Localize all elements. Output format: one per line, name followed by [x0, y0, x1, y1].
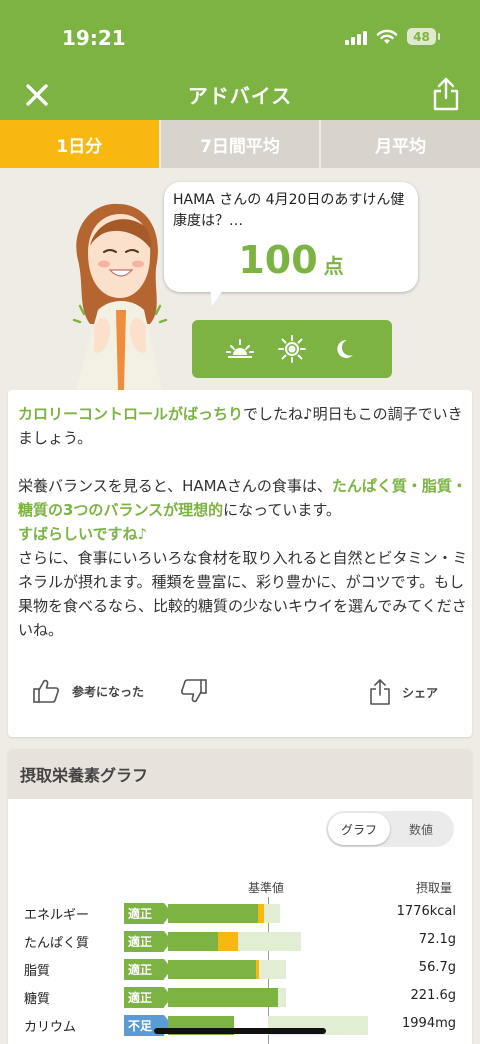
tab-1day[interactable]: 1日分	[0, 120, 161, 168]
value-view-button[interactable]: 数値	[390, 813, 452, 845]
score-value: 100	[238, 238, 318, 282]
status-badge: 適正	[124, 987, 172, 1008]
nav-bar: アドバイス	[0, 76, 480, 120]
share-icon	[370, 679, 390, 705]
nutrient-bar	[168, 904, 388, 923]
graph-title: 摂取栄養素グラフ	[8, 749, 472, 799]
advice-text-span: さらに、食事にいろいろな食材を取り入れると自然とビタミン・ミネラルが摂れます。種…	[18, 549, 468, 639]
thumbs-down-icon	[181, 679, 207, 703]
score-bubble: HAMA さんの 4月20日のあすけん健康度は？… 100 点	[164, 182, 418, 292]
sunrise-icon	[226, 339, 254, 358]
score-hero: HAMA さんの 4月20日のあすけん健康度は？… 100 点	[0, 168, 480, 390]
bar-overflow	[256, 960, 259, 979]
meal-time-selector	[192, 320, 392, 378]
moon-icon	[337, 339, 353, 358]
graph-view-button[interactable]: グラフ	[328, 813, 390, 845]
graph-view-toggle: グラフ 数値	[326, 811, 454, 847]
status-badge: 適正	[124, 903, 172, 924]
thumbs-up-icon	[33, 679, 59, 703]
sunrise-button[interactable]	[225, 334, 255, 364]
period-tabs: 1日分 7日間平均 月平均	[0, 120, 480, 168]
bar-overflow	[258, 904, 264, 923]
advice-card: カロリーコントロールがばっちりでしたね♪明日もこの調子でいきましょう。 栄養バラ…	[8, 390, 472, 737]
nutrient-name: 糖質	[24, 992, 51, 1007]
score-question: HAMA さんの 4月20日のあすけん健康度は？…	[173, 192, 405, 229]
battery-icon: 48	[407, 28, 440, 45]
bubble-tail	[210, 286, 226, 306]
bar-fill	[168, 904, 258, 923]
health-score: 100 点	[164, 238, 418, 282]
nutrient-row-fat[interactable]: 脂質 適正 56.7g	[8, 957, 472, 981]
advice-paragraph-2: 栄養バランスを見ると、HAMAさんの食事は、たんぱく質・脂質・糖質の3つのバラン…	[18, 474, 468, 642]
home-indicator	[154, 1028, 326, 1034]
status-icons: 48	[345, 28, 440, 45]
nutrient-value: 1994mg	[402, 1016, 456, 1031]
nutrient-name: 脂質	[24, 964, 51, 979]
advisor-avatar	[72, 203, 168, 390]
nutrient-bar	[168, 988, 388, 1007]
advice-paragraph-1: カロリーコントロールがばっちりでしたね♪明日もこの調子でいきましょう。	[18, 402, 468, 450]
tab-7day-average[interactable]: 7日間平均	[160, 120, 322, 168]
signal-icon	[345, 29, 367, 45]
not-helpful-button[interactable]	[180, 678, 208, 708]
bar-fill	[168, 988, 278, 1007]
nutrient-name: カリウム	[24, 1020, 77, 1035]
advice-highlight: カロリーコントロールがばっちり	[18, 405, 244, 423]
nutrient-name: エネルギー	[24, 908, 90, 923]
night-button[interactable]	[329, 334, 359, 364]
score-unit: 点	[323, 254, 344, 278]
tab-monthly-average[interactable]: 月平均	[321, 120, 480, 168]
advice-text-span: になっています。	[223, 501, 341, 519]
helpful-label: 参考になった	[72, 684, 145, 699]
reference-column-header: 基準値	[248, 881, 285, 895]
bar-fill	[168, 932, 218, 951]
share-advice-button[interactable]: シェア	[368, 678, 438, 706]
helpful-button[interactable]: 参考になった	[32, 678, 144, 704]
status-bar: 19:21 48	[0, 0, 480, 76]
share-icon[interactable]	[430, 76, 462, 112]
nutrient-value: 56.7g	[418, 960, 456, 975]
sun-icon	[278, 335, 306, 363]
nutrient-graph-card: 摂取栄養素グラフ グラフ 数値 基準値 摂取量 エネルギー 適正 1776kca…	[8, 749, 472, 1044]
advice-text-span: 栄養バランスを見ると、HAMAさんの食事は、	[18, 477, 332, 495]
intake-column-header: 摂取量	[416, 881, 453, 895]
nutrient-value: 1776kcal	[396, 904, 456, 919]
status-time: 19:21	[62, 26, 126, 50]
bar-fill	[168, 960, 256, 979]
nutrient-bar	[168, 960, 388, 979]
nutrient-row-protein[interactable]: たんぱく質 適正 72.1g	[8, 929, 472, 953]
nutrient-value: 221.6g	[410, 988, 456, 1003]
status-badge: 適正	[124, 931, 172, 952]
nutrient-name: たんぱく質	[24, 936, 90, 951]
nutrient-row-energy[interactable]: エネルギー 適正 1776kcal	[8, 901, 472, 925]
bar-overflow	[218, 932, 238, 951]
status-badge: 適正	[124, 959, 172, 980]
nutrient-value: 72.1g	[418, 932, 456, 947]
nutrient-bar	[168, 932, 388, 951]
page-title: アドバイス	[187, 84, 293, 108]
advice-text: カロリーコントロールがばっちりでしたね♪明日もこの調子でいきましょう。 栄養バラ…	[18, 402, 468, 642]
feedback-bar: 参考になった シェア	[8, 674, 472, 714]
wifi-icon	[376, 29, 398, 44]
share-label: シェア	[402, 685, 439, 700]
nutrient-row-carbohydrate[interactable]: 糖質 適正 221.6g	[8, 985, 472, 1009]
noon-button[interactable]	[277, 334, 307, 364]
advice-highlight: すばらしいですね♪	[18, 525, 148, 543]
